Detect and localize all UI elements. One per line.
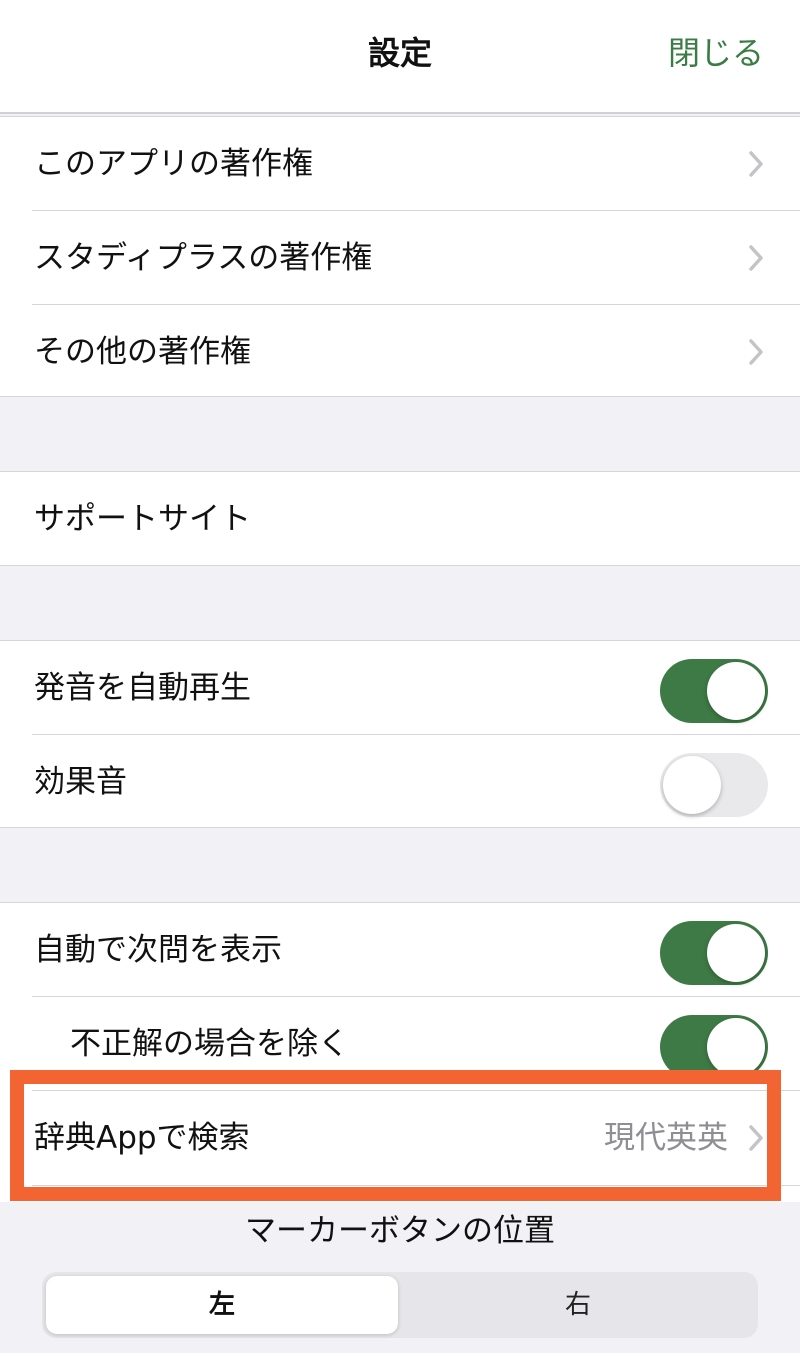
chevron-right-icon <box>748 150 764 178</box>
sound-effects-toggle[interactable] <box>660 753 768 817</box>
segment-left[interactable]: 左 <box>46 1276 398 1334</box>
support-group: サポートサイト <box>0 471 800 566</box>
except-incorrect-toggle[interactable] <box>660 1015 768 1079</box>
chevron-right-icon <box>748 338 764 366</box>
auto-next-question-row: 自動で次問を表示 <box>0 903 800 997</box>
row-label: サポートサイト <box>34 501 251 537</box>
copyright-studyplus-row[interactable]: スタディプラスの著作権 <box>0 211 800 305</box>
copyright-other-row[interactable]: その他の著作権 <box>0 305 800 399</box>
sound-group: 発音を自動再生 効果音 <box>0 640 800 828</box>
toggle-knob <box>707 924 765 982</box>
row-label: 辞典Appで検索 <box>34 1120 250 1156</box>
sound-effects-row: 効果音 <box>0 735 800 829</box>
row-label: 不正解の場合を除く <box>70 1026 349 1062</box>
row-label: その他の著作権 <box>34 334 251 370</box>
toggle-knob <box>663 756 721 814</box>
row-label: 発音を自動再生 <box>34 670 251 706</box>
divider <box>32 1185 800 1186</box>
chevron-right-icon <box>748 1124 764 1152</box>
row-label: スタディプラスの著作権 <box>34 240 373 276</box>
auto-pronunciation-row: 発音を自動再生 <box>0 641 800 735</box>
support-site-row[interactable]: サポートサイト <box>0 472 800 566</box>
auto-pronunciation-toggle[interactable] <box>660 659 768 723</box>
dictionary-search-row[interactable]: 辞典Appで検索 現代英英 <box>0 1091 800 1185</box>
except-incorrect-row: 不正解の場合を除く <box>0 997 800 1091</box>
toggle-knob <box>707 662 765 720</box>
row-label: 自動で次問を表示 <box>34 932 282 968</box>
segment-right[interactable]: 右 <box>402 1276 754 1334</box>
navigation-bar: 設定 閉じる <box>0 0 800 114</box>
copyright-app-row[interactable]: このアプリの著作権 <box>0 117 800 211</box>
chevron-right-icon <box>748 244 764 272</box>
marker-position-segmented-control: 左 右 <box>42 1272 758 1338</box>
dictionary-value: 現代英英 <box>604 1120 728 1156</box>
row-label: 効果音 <box>34 764 127 800</box>
auto-next-question-toggle[interactable] <box>660 921 768 985</box>
copyright-group: このアプリの著作権 スタディプラスの著作権 その他の著作権 <box>0 116 800 397</box>
row-label: このアプリの著作権 <box>34 146 313 182</box>
marker-section-title: マーカーボタンの位置 <box>245 1213 555 1249</box>
close-button[interactable]: 閉じる <box>668 30 764 76</box>
toggle-knob <box>707 1018 765 1076</box>
study-group: 自動で次問を表示 不正解の場合を除く 辞典Appで検索 現代英英 <box>0 902 800 1202</box>
